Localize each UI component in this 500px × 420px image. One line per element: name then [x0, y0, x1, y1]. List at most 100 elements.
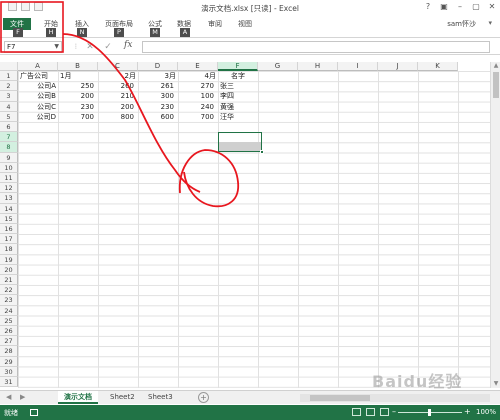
row-header-25[interactable]: 25	[0, 315, 18, 326]
cell-f3[interactable]: 李四	[220, 91, 258, 101]
row-header-3[interactable]: 3	[0, 91, 18, 102]
sheet-tab-3[interactable]: Sheet3	[142, 391, 179, 404]
horizontal-scrollbar[interactable]	[300, 394, 490, 402]
zoom-out-icon[interactable]: –	[392, 407, 396, 416]
zoom-slider-knob[interactable]	[428, 409, 431, 416]
column-header-h[interactable]: H	[298, 62, 338, 71]
column-header-e[interactable]: E	[178, 62, 218, 71]
row-header-19[interactable]: 19	[0, 254, 18, 265]
cell-f5[interactable]: 汪华	[220, 112, 258, 122]
cell-b4[interactable]: 230	[58, 102, 94, 112]
cell-c1[interactable]: 2月	[100, 71, 136, 81]
name-box[interactable]: F7 ▼	[4, 41, 62, 53]
cell-b5[interactable]: 700	[58, 112, 94, 122]
cell-a5[interactable]: 公司D	[18, 112, 56, 122]
ribbon-display-button[interactable]: ▣	[436, 0, 452, 14]
cell-d1[interactable]: 3月	[140, 71, 176, 81]
row-header-29[interactable]: 29	[0, 356, 18, 367]
selected-cell-f8[interactable]	[219, 142, 261, 151]
user-caret-icon[interactable]: ▾	[488, 19, 492, 27]
cell-f2[interactable]: 张三	[220, 81, 258, 91]
row-header-28[interactable]: 28	[0, 346, 18, 357]
row-header-24[interactable]: 24	[0, 305, 18, 316]
hscroll-thumb[interactable]	[310, 395, 370, 401]
column-header-d[interactable]: D	[138, 62, 178, 71]
column-header-c[interactable]: C	[98, 62, 138, 71]
fill-handle[interactable]	[260, 150, 264, 154]
row-header-30[interactable]: 30	[0, 366, 18, 377]
row-header-23[interactable]: 23	[0, 295, 18, 306]
scroll-up-icon[interactable]: ▲	[491, 62, 500, 70]
cancel-icon[interactable]: ✕	[84, 41, 96, 53]
row-header-12[interactable]: 12	[0, 183, 18, 194]
cell-a1[interactable]: 广告公司	[20, 71, 60, 81]
vertical-scrollbar[interactable]: ▲ ▼	[490, 62, 500, 388]
cell-b3[interactable]: 200	[58, 91, 94, 101]
row-header-31[interactable]: 31	[0, 377, 18, 388]
user-name[interactable]: sam怀沙	[447, 19, 476, 29]
page-break-view-icon[interactable]	[380, 408, 389, 416]
cell-b2[interactable]: 250	[58, 81, 94, 91]
row-header-5[interactable]: 5	[0, 111, 18, 122]
row-header-14[interactable]: 14	[0, 203, 18, 214]
row-header-8[interactable]: 8	[0, 142, 18, 153]
scroll-thumb[interactable]	[493, 72, 499, 98]
zoom-level[interactable]: 100%	[476, 408, 496, 416]
cell-b1[interactable]: 1月	[60, 71, 96, 81]
row-header-7[interactable]: 7	[0, 132, 18, 143]
cell-e3[interactable]: 100	[178, 91, 214, 101]
add-sheet-icon[interactable]: +	[198, 392, 209, 403]
row-header-10[interactable]: 10	[0, 162, 18, 173]
column-header-a[interactable]: A	[18, 62, 58, 71]
next-sheet-icon[interactable]: ▶	[20, 393, 25, 401]
zoom-in-icon[interactable]: +	[464, 407, 471, 416]
column-header-b[interactable]: B	[58, 62, 98, 71]
column-header-j[interactable]: J	[378, 62, 418, 71]
maximize-button[interactable]: ▢	[468, 0, 484, 14]
cell-d5[interactable]: 600	[138, 112, 174, 122]
close-button[interactable]: ✕	[484, 0, 500, 14]
help-button[interactable]: ?	[420, 0, 436, 14]
row-header-13[interactable]: 13	[0, 193, 18, 204]
column-header-g[interactable]: G	[258, 62, 298, 71]
cell-area[interactable]: 广告公司 1月 2月 3月 4月 名字公司A 250 260 261 270 张三公司B 200 210…	[18, 71, 490, 388]
row-header-9[interactable]: 9	[0, 152, 18, 163]
select-all-corner[interactable]	[0, 62, 18, 71]
cell-e2[interactable]: 270	[178, 81, 214, 91]
row-header-6[interactable]: 6	[0, 122, 18, 133]
row-header-4[interactable]: 4	[0, 101, 18, 112]
selected-range[interactable]	[218, 132, 264, 154]
row-header-11[interactable]: 11	[0, 173, 18, 184]
worksheet-grid[interactable]: ABCDEFGHIJK 1 2 3 4 5 6 7 8 9 10 11 12 13 14 15 16 17 18 1…	[0, 62, 490, 388]
cell-f4[interactable]: 黄强	[220, 102, 258, 112]
row-header-1[interactable]: 1	[0, 71, 18, 82]
tab-view[interactable]: 视图	[238, 18, 252, 30]
cell-e1[interactable]: 4月	[180, 71, 216, 81]
more-icon[interactable]: ⋮	[70, 41, 82, 53]
formula-input[interactable]	[142, 41, 490, 53]
cell-f1[interactable]: 名字	[218, 71, 258, 81]
cell-a4[interactable]: 公司C	[18, 102, 56, 112]
column-header-f[interactable]: F	[218, 62, 258, 71]
row-header-18[interactable]: 18	[0, 244, 18, 255]
cell-d2[interactable]: 261	[138, 81, 174, 91]
row-header-2[interactable]: 2	[0, 81, 18, 92]
enter-icon[interactable]: ✓	[102, 41, 114, 53]
row-header-26[interactable]: 26	[0, 326, 18, 337]
row-header-27[interactable]: 27	[0, 336, 18, 347]
macro-record-icon[interactable]	[30, 409, 38, 416]
cell-c2[interactable]: 260	[98, 81, 134, 91]
column-header-k[interactable]: K	[418, 62, 458, 71]
row-header-22[interactable]: 22	[0, 285, 18, 296]
row-header-17[interactable]: 17	[0, 234, 18, 245]
cell-e5[interactable]: 700	[178, 112, 214, 122]
minimize-button[interactable]: –	[452, 0, 468, 14]
cell-d4[interactable]: 230	[138, 102, 174, 112]
cell-a2[interactable]: 公司A	[18, 81, 56, 91]
row-header-15[interactable]: 15	[0, 213, 18, 224]
tab-review[interactable]: 审阅	[208, 18, 222, 30]
sheet-tab-1[interactable]: 演示文档	[58, 391, 98, 404]
cell-c3[interactable]: 210	[98, 91, 134, 101]
row-header-16[interactable]: 16	[0, 224, 18, 235]
cell-a3[interactable]: 公司B	[18, 91, 56, 101]
